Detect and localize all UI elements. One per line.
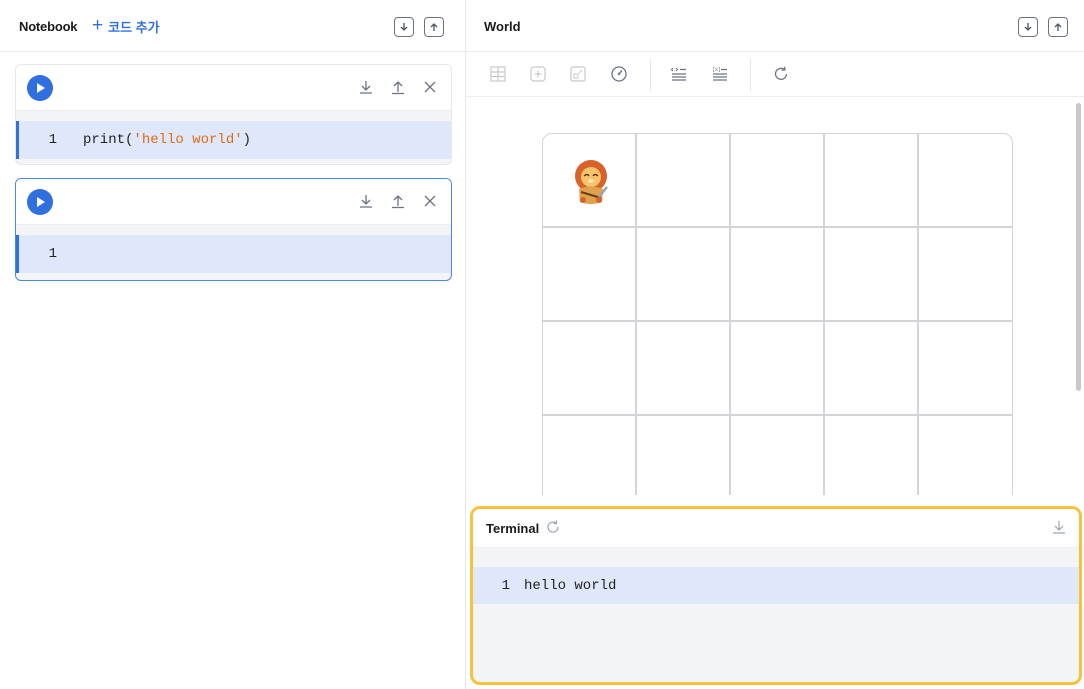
grid-cell[interactable] [637, 134, 731, 228]
svg-text:[x]: [x] [712, 67, 721, 73]
code-text[interactable]: print('hello world') [83, 132, 251, 148]
numbered-list-icon[interactable]: [x] [710, 64, 730, 84]
cell-tools [357, 78, 439, 96]
line-number: 1 [501, 577, 510, 594]
notebook-title: Notebook [19, 19, 78, 34]
toolbar-separator [750, 59, 751, 91]
line-number: 1 [48, 246, 57, 262]
close-icon[interactable] [421, 78, 439, 96]
code-cell-1[interactable]: 1 print('hello world') [15, 64, 452, 165]
plus-icon: + [92, 15, 104, 36]
plus-icon[interactable] [528, 64, 548, 84]
run-button[interactable] [27, 75, 53, 101]
toolbar-separator [650, 59, 651, 91]
download-icon[interactable] [357, 192, 375, 210]
grid-cell[interactable] [919, 416, 1012, 495]
code-list-icon[interactable] [669, 64, 689, 84]
world-toolbar: [x] [466, 52, 1084, 97]
grid-cell[interactable] [543, 134, 637, 228]
close-icon[interactable] [421, 192, 439, 210]
code-line[interactable]: 1 [16, 235, 451, 273]
terminal-output-text: hello world [524, 577, 617, 594]
refresh-icon[interactable] [771, 64, 791, 84]
zoom-icon[interactable] [568, 64, 588, 84]
code-cell-2[interactable]: 1 [15, 178, 452, 281]
world-scrollbar[interactable] [1076, 103, 1081, 391]
grid-cell[interactable] [543, 416, 637, 495]
code-line[interactable]: 1 print('hello world') [16, 121, 451, 159]
cell-toolbar [16, 179, 451, 225]
cell-tools [357, 192, 439, 210]
grid-cell[interactable] [637, 228, 731, 322]
line-number: 1 [48, 132, 57, 148]
run-button[interactable] [27, 189, 53, 215]
world-panel: World [x] Terminal 1 hello world [466, 0, 1084, 689]
grid-cell[interactable] [731, 228, 825, 322]
world-grid[interactable] [542, 133, 1013, 495]
grid-cell[interactable] [825, 228, 919, 322]
grid-cell[interactable] [637, 322, 731, 416]
upload-icon[interactable] [1048, 17, 1068, 37]
terminal-header: Terminal [473, 509, 1079, 548]
download-icon[interactable] [1018, 17, 1038, 37]
grid-icon[interactable] [488, 64, 508, 84]
speed-icon[interactable] [609, 64, 629, 84]
grid-cell[interactable] [543, 228, 637, 322]
grid-cell[interactable] [919, 322, 1012, 416]
terminal-panel: Terminal 1 hello world [470, 506, 1082, 685]
cell-toolbar [16, 65, 451, 111]
grid-cell[interactable] [825, 134, 919, 228]
add-code-button[interactable]: + 코드 추가 [92, 16, 160, 36]
world-header-actions [1018, 17, 1068, 37]
grid-cell[interactable] [543, 322, 637, 416]
lion-character-icon [575, 160, 608, 204]
grid-cell[interactable] [731, 416, 825, 495]
notebook-header: Notebook + 코드 추가 [0, 0, 465, 52]
add-code-label: 코드 추가 [108, 19, 160, 35]
notebook-header-actions [394, 17, 444, 37]
refresh-icon[interactable] [545, 519, 561, 535]
upload-icon[interactable] [424, 17, 444, 37]
world-title: World [484, 19, 521, 34]
grid-cell[interactable] [731, 322, 825, 416]
upload-icon[interactable] [389, 192, 407, 210]
grid-cell[interactable] [825, 416, 919, 495]
terminal-output-line: 1 hello world [473, 567, 1079, 604]
notebook-panel: Notebook + 코드 추가 1 print('hello world') … [0, 0, 465, 689]
download-icon[interactable] [357, 78, 375, 96]
grid-cell[interactable] [731, 134, 825, 228]
world-canvas[interactable] [466, 97, 1084, 495]
grid-cell[interactable] [919, 228, 1012, 322]
download-icon[interactable] [394, 17, 414, 37]
grid-cell[interactable] [825, 322, 919, 416]
download-icon[interactable] [1051, 519, 1067, 535]
grid-cell[interactable] [919, 134, 1012, 228]
grid-cell[interactable] [637, 416, 731, 495]
terminal-title: Terminal [486, 521, 540, 536]
world-header: World [466, 0, 1084, 52]
upload-icon[interactable] [389, 78, 407, 96]
